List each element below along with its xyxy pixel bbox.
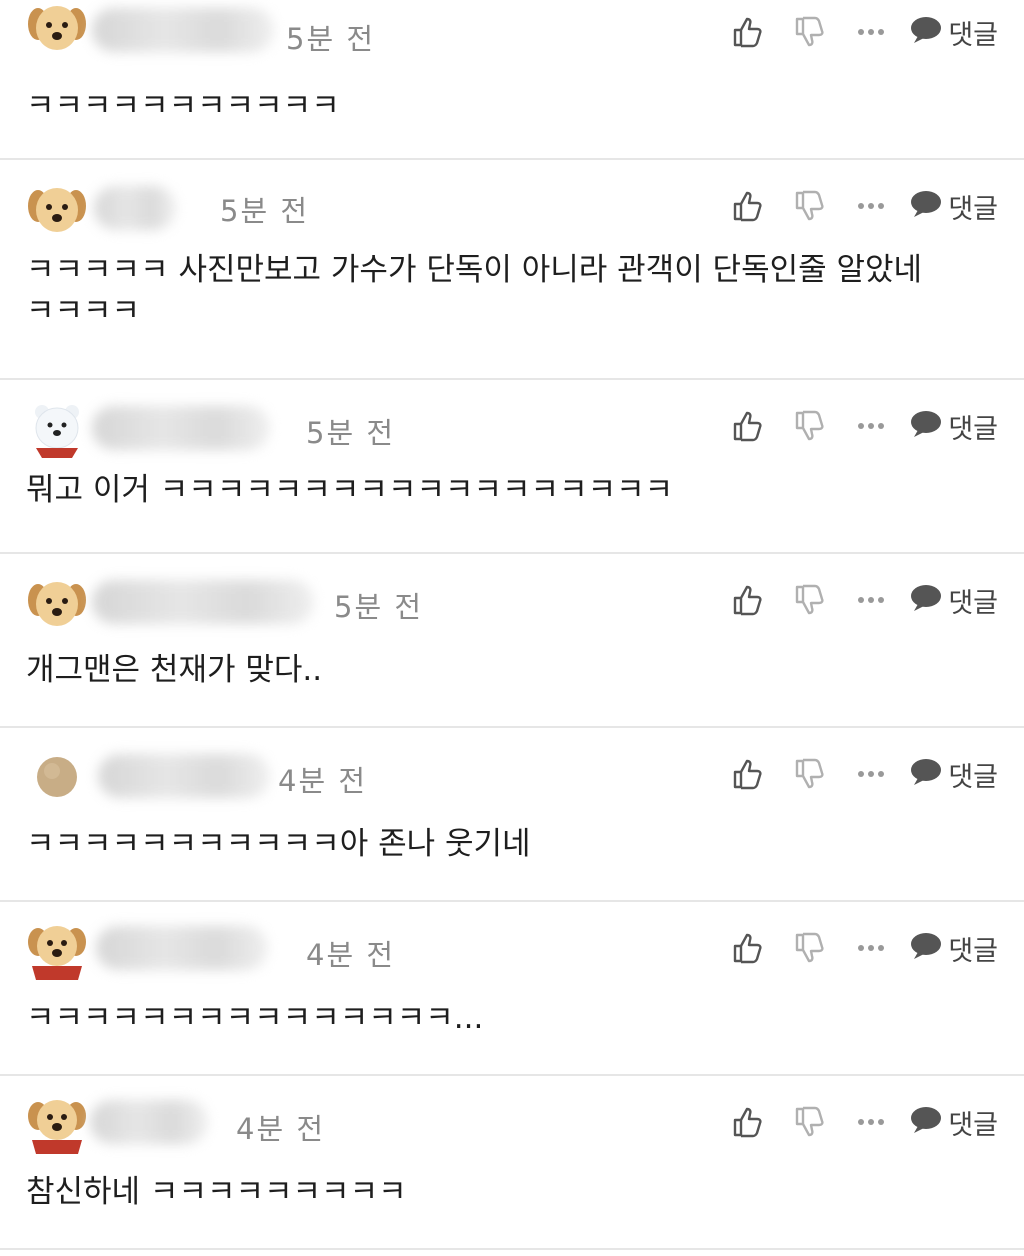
comment-actions: 댓글 — [730, 186, 998, 226]
comment-text: ㅋㅋㅋㅋㅋㅋㅋㅋㅋㅋㅋ아 존나 웃기네 — [26, 826, 531, 862]
speech-bubble-icon — [910, 584, 942, 616]
beige-circle-avatar[interactable] — [26, 746, 88, 808]
reply-label: 댓글 — [948, 413, 998, 445]
puppy-red-cape-avatar[interactable] — [26, 920, 88, 982]
thumbs-up-icon[interactable] — [730, 584, 764, 616]
comment-actions: 댓글 — [730, 928, 998, 968]
more-dots-icon[interactable] — [854, 202, 888, 210]
reply-label: 댓글 — [948, 761, 998, 793]
more-dots-icon[interactable] — [854, 28, 888, 36]
reply-label: 댓글 — [948, 193, 998, 225]
reply-label: 댓글 — [948, 19, 998, 51]
comment-header: 5분 전 댓글 — [26, 380, 998, 470]
reply-button[interactable]: 댓글 — [910, 581, 998, 620]
reply-button[interactable]: 댓글 — [910, 407, 998, 446]
nickname-blurred[interactable] — [96, 926, 268, 970]
comment-item: 4분 전 댓글 참신하네 ㅋㅋㅋㅋㅋㅋㅋㅋㅋ — [0, 1076, 1024, 1250]
comment-header: 4분 전 댓글 — [26, 902, 998, 998]
puppy-red-cape-avatar[interactable] — [26, 1094, 88, 1156]
comment-actions: 댓글 — [730, 12, 998, 52]
comment-item: 4분 전 댓글 ㅋㅋㅋㅋㅋㅋㅋㅋㅋㅋㅋㅋㅋㅋㅋ... — [0, 902, 1024, 1076]
more-dots-icon[interactable] — [854, 944, 888, 952]
puppy-avatar[interactable] — [26, 180, 88, 242]
comment-time: 4분 전 — [306, 938, 396, 972]
comment-text: ㅋㅋㅋㅋㅋㅋㅋㅋㅋㅋㅋㅋㅋㅋㅋ... — [26, 1000, 484, 1036]
nickname-blurred[interactable] — [90, 1100, 208, 1144]
thumbs-up-icon[interactable] — [730, 190, 764, 222]
thumbs-down-icon[interactable] — [792, 584, 826, 616]
comment-time: 5분 전 — [286, 22, 376, 56]
thumbs-up-icon[interactable] — [730, 1106, 764, 1138]
reply-label: 댓글 — [948, 1109, 998, 1141]
reply-button[interactable]: 댓글 — [910, 755, 998, 794]
comment-item: 5분 전 댓글 뭐고 이거 ㅋㅋㅋㅋㅋㅋㅋㅋㅋㅋㅋㅋㅋㅋㅋㅋㅋㅋ — [0, 380, 1024, 554]
comment-time: 5분 전 — [220, 194, 310, 228]
puppy-avatar[interactable] — [26, 0, 88, 60]
more-dots-icon[interactable] — [854, 596, 888, 604]
comment-actions: 댓글 — [730, 580, 998, 620]
reply-button[interactable]: 댓글 — [910, 187, 998, 226]
comment-time: 5분 전 — [334, 590, 424, 624]
reply-button[interactable]: 댓글 — [910, 1103, 998, 1142]
polar-bear-avatar[interactable] — [26, 398, 88, 460]
comment-actions: 댓글 — [730, 1102, 998, 1142]
comment-time: 4분 전 — [278, 764, 368, 798]
speech-bubble-icon — [910, 16, 942, 48]
comment-item: 5분 전 댓글 ㅋㅋㅋㅋㅋ 사진만보고 가수가 단독이 아니라 관객이 단독인줄… — [0, 160, 1024, 380]
comment-item: 4분 전 댓글 ㅋㅋㅋㅋㅋㅋㅋㅋㅋㅋㅋ아 존나 웃기네 — [0, 728, 1024, 902]
comment-time: 5분 전 — [306, 416, 396, 450]
thumbs-up-icon[interactable] — [730, 932, 764, 964]
reply-label: 댓글 — [948, 587, 998, 619]
thumbs-down-icon[interactable] — [792, 190, 826, 222]
thumbs-down-icon[interactable] — [792, 410, 826, 442]
thumbs-down-icon[interactable] — [792, 932, 826, 964]
comment-text: ㅋㅋㅋㅋㅋ 사진만보고 가수가 단독이 아니라 관객이 단독인줄 알았네 ㅋㅋㅋ… — [26, 252, 932, 329]
nickname-blurred[interactable] — [92, 8, 274, 52]
comment-actions: 댓글 — [730, 406, 998, 446]
comment-text: 뭐고 이거 ㅋㅋㅋㅋㅋㅋㅋㅋㅋㅋㅋㅋㅋㅋㅋㅋㅋㅋ — [26, 472, 674, 508]
speech-bubble-icon — [910, 932, 942, 964]
speech-bubble-icon — [910, 1106, 942, 1138]
comment-text: 참신하네 ㅋㅋㅋㅋㅋㅋㅋㅋㅋ — [26, 1174, 407, 1210]
comment-header: 5분 전 댓글 — [26, 0, 998, 72]
comment-list: 5분 전 댓글 ㅋㅋㅋㅋㅋㅋㅋㅋㅋㅋㅋ 5분 전 댓글 ㅋㅋㅋㅋㅋ 사진만보고 … — [0, 0, 1024, 1250]
nickname-blurred[interactable] — [98, 754, 270, 798]
more-dots-icon[interactable] — [854, 422, 888, 430]
comment-header: 4분 전 댓글 — [26, 1076, 998, 1172]
comment-item: 5분 전 댓글 ㅋㅋㅋㅋㅋㅋㅋㅋㅋㅋㅋ — [0, 0, 1024, 160]
nickname-blurred[interactable] — [92, 406, 270, 450]
speech-bubble-icon — [910, 190, 942, 222]
comment-header: 5분 전 댓글 — [26, 160, 998, 250]
comment-time: 4분 전 — [236, 1112, 326, 1146]
comment-item: 5분 전 댓글 개그맨은 천재가 맞다.. — [0, 554, 1024, 728]
more-dots-icon[interactable] — [854, 770, 888, 778]
comment-text: 개그맨은 천재가 맞다.. — [26, 652, 323, 688]
thumbs-up-icon[interactable] — [730, 758, 764, 790]
reply-button[interactable]: 댓글 — [910, 13, 998, 52]
reply-button[interactable]: 댓글 — [910, 929, 998, 968]
comment-text: ㅋㅋㅋㅋㅋㅋㅋㅋㅋㅋㅋ — [26, 88, 340, 124]
speech-bubble-icon — [910, 410, 942, 442]
thumbs-down-icon[interactable] — [792, 16, 826, 48]
comment-header: 5분 전 댓글 — [26, 554, 998, 650]
nickname-blurred[interactable] — [94, 186, 176, 230]
nickname-blurred[interactable] — [92, 580, 314, 624]
thumbs-down-icon[interactable] — [792, 1106, 826, 1138]
thumbs-up-icon[interactable] — [730, 410, 764, 442]
reply-label: 댓글 — [948, 935, 998, 967]
more-dots-icon[interactable] — [854, 1118, 888, 1126]
puppy-avatar[interactable] — [26, 574, 88, 636]
speech-bubble-icon — [910, 758, 942, 790]
comment-header: 4분 전 댓글 — [26, 728, 998, 824]
thumbs-up-icon[interactable] — [730, 16, 764, 48]
thumbs-down-icon[interactable] — [792, 758, 826, 790]
comment-actions: 댓글 — [730, 754, 998, 794]
